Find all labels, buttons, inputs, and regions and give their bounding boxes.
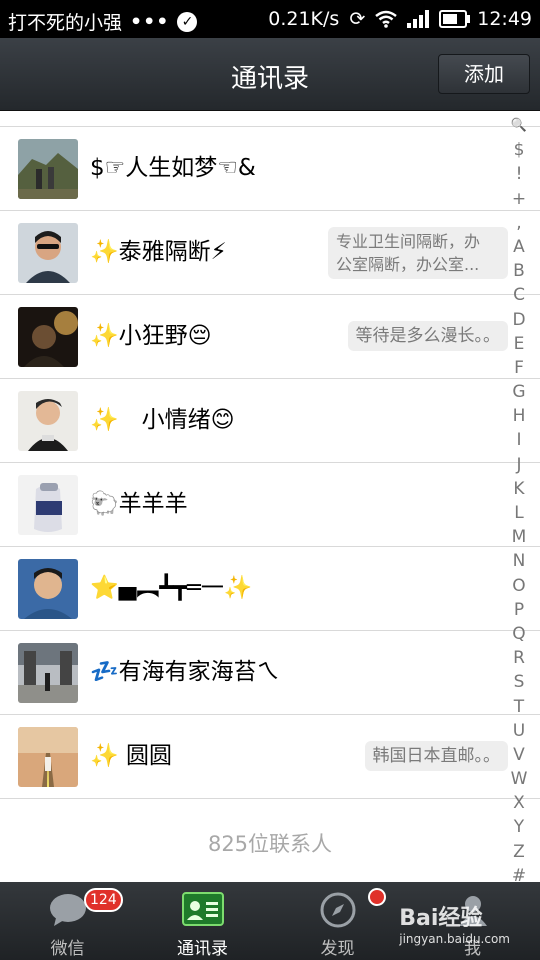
contact-name: ✨泰雅隔断⚡ bbox=[90, 239, 227, 265]
index-letter[interactable]: O bbox=[512, 574, 525, 598]
index-letter[interactable]: T bbox=[514, 695, 524, 719]
baidu-watermark: Bai经验 jingyan.baidu.com bbox=[399, 900, 510, 946]
contact-name: ⭐▄︻┻┳═一✨ bbox=[90, 575, 253, 601]
avatar bbox=[18, 139, 78, 199]
index-letter[interactable]: 🔍 bbox=[511, 114, 527, 138]
wifi-icon bbox=[375, 10, 398, 28]
index-letter[interactable]: I bbox=[516, 428, 521, 452]
index-letter[interactable]: N bbox=[513, 549, 526, 573]
index-letter[interactable]: D bbox=[512, 308, 525, 332]
alphabet-index[interactable]: 🔍 $! +, A B C D E F G H I J K L M N O P Q R S T U V W X Y Z # bbox=[506, 114, 532, 888]
avatar bbox=[18, 307, 78, 367]
avatar bbox=[18, 223, 78, 283]
battery-icon bbox=[439, 10, 471, 28]
index-letter[interactable]: ! bbox=[516, 162, 523, 186]
index-letter[interactable]: Z bbox=[513, 840, 525, 864]
index-letter[interactable]: $ bbox=[514, 138, 525, 162]
index-letter[interactable]: , bbox=[516, 211, 521, 235]
index-letter[interactable]: F bbox=[514, 356, 524, 380]
tab-label: 发现 bbox=[320, 939, 355, 959]
index-letter[interactable]: K bbox=[513, 477, 524, 501]
signature-bubble: 韩国日本直邮。。 bbox=[364, 741, 508, 771]
more-notifications-icon: ••• bbox=[130, 10, 170, 33]
index-letter[interactable]: U bbox=[513, 719, 525, 743]
status-bar: 打不死的小强 ••• ✓ 0.21K/s ⟳ 12:49 bbox=[0, 0, 540, 38]
contact-row[interactable]: $☞人生如梦☜& bbox=[0, 127, 540, 211]
index-letter[interactable]: + bbox=[512, 187, 526, 211]
contact-row[interactable]: ✨ 小情绪😊 bbox=[0, 379, 540, 463]
index-letter[interactable]: X bbox=[513, 791, 525, 815]
tab-wechat[interactable]: 124 微信 bbox=[0, 882, 135, 960]
contact-name: 🐑羊羊羊 bbox=[90, 491, 188, 517]
sync-icon: ⟳ bbox=[349, 8, 366, 30]
contact-row[interactable]: ✨小狂野😔 等待是多么漫长。。 bbox=[0, 295, 540, 379]
new-dot bbox=[368, 888, 386, 906]
check-icon: ✓ bbox=[177, 11, 198, 32]
index-letter[interactable]: R bbox=[513, 646, 525, 670]
carrier-name: 打不死的小强 bbox=[8, 12, 123, 34]
index-letter[interactable]: M bbox=[512, 525, 527, 549]
index-letter[interactable]: B bbox=[513, 259, 525, 283]
signal-icon bbox=[407, 10, 430, 28]
index-letter[interactable]: C bbox=[513, 283, 525, 307]
compass-icon bbox=[320, 892, 355, 928]
unread-badge: 124 bbox=[84, 888, 123, 912]
status-right: 0.21K/s ⟳ 12:49 bbox=[268, 8, 532, 30]
avatar bbox=[18, 475, 78, 535]
chat-bubble-icon bbox=[49, 894, 86, 926]
watermark-text: Bai经验 bbox=[399, 906, 483, 931]
network-speed: 0.21K/s bbox=[268, 8, 340, 30]
index-letter[interactable]: W bbox=[511, 767, 528, 791]
index-letter[interactable]: Y bbox=[514, 815, 524, 839]
watermark-url: jingyan.baidu.com bbox=[399, 932, 510, 946]
status-left: 打不死的小强 ••• ✓ bbox=[8, 8, 198, 35]
contact-name: ✨小狂野😔 bbox=[90, 323, 212, 349]
contact-count: 825位联系人 bbox=[207, 832, 333, 856]
tab-discover[interactable]: 发现 bbox=[270, 882, 405, 960]
tab-label: 微信 bbox=[50, 939, 85, 959]
index-letter[interactable]: A bbox=[513, 235, 525, 259]
index-letter[interactable]: V bbox=[513, 743, 525, 767]
index-letter[interactable]: Q bbox=[512, 622, 525, 646]
avatar bbox=[18, 727, 78, 787]
title-bar: 通讯录 添加 bbox=[0, 38, 540, 111]
index-letter[interactable]: G bbox=[512, 380, 525, 404]
avatar bbox=[18, 391, 78, 451]
index-letter[interactable]: P bbox=[514, 598, 524, 622]
index-letter[interactable]: E bbox=[514, 332, 525, 356]
signature-bubble: 等待是多么漫长。。 bbox=[347, 321, 508, 351]
avatar bbox=[18, 643, 78, 703]
contact-name: 💤有海有家海苔ㄟ bbox=[90, 659, 280, 685]
index-letter[interactable]: J bbox=[516, 453, 521, 477]
contacts-card-icon bbox=[181, 892, 224, 926]
contact-name: $☞人生如梦☜& bbox=[90, 155, 256, 181]
contact-row[interactable]: 🐑羊羊羊 bbox=[0, 463, 540, 547]
contact-name: ✨ 圆圆 bbox=[90, 743, 172, 769]
add-button[interactable]: 添加 bbox=[438, 54, 530, 94]
avatar bbox=[18, 559, 78, 619]
tab-contacts[interactable]: 通讯录 bbox=[135, 882, 270, 960]
signature-bubble: 专业卫生间隔断，办 公室隔断，办公室... bbox=[328, 227, 508, 279]
contact-row[interactable]: 💤有海有家海苔ㄟ bbox=[0, 631, 540, 715]
clock: 12:49 bbox=[477, 8, 532, 30]
previous-row-stub bbox=[0, 110, 540, 127]
contact-list[interactable]: $☞人生如梦☜& ✨泰雅隔断⚡ 专业卫生间隔断，办 公室隔断，办公室... ✨小… bbox=[0, 110, 540, 799]
contact-row[interactable]: ⭐▄︻┻┳═一✨ bbox=[0, 547, 540, 631]
index-letter[interactable]: H bbox=[513, 404, 526, 428]
contact-row[interactable]: ✨泰雅隔断⚡ 专业卫生间隔断，办 公室隔断，办公室... bbox=[0, 211, 540, 295]
contact-name: ✨ 小情绪😊 bbox=[90, 407, 235, 433]
index-letter[interactable]: L bbox=[514, 501, 523, 525]
contact-row[interactable]: ✨ 圆圆 韩国日本直邮。。 bbox=[0, 715, 540, 799]
index-letter[interactable]: S bbox=[514, 670, 525, 694]
tab-label: 通讯录 bbox=[177, 939, 228, 959]
